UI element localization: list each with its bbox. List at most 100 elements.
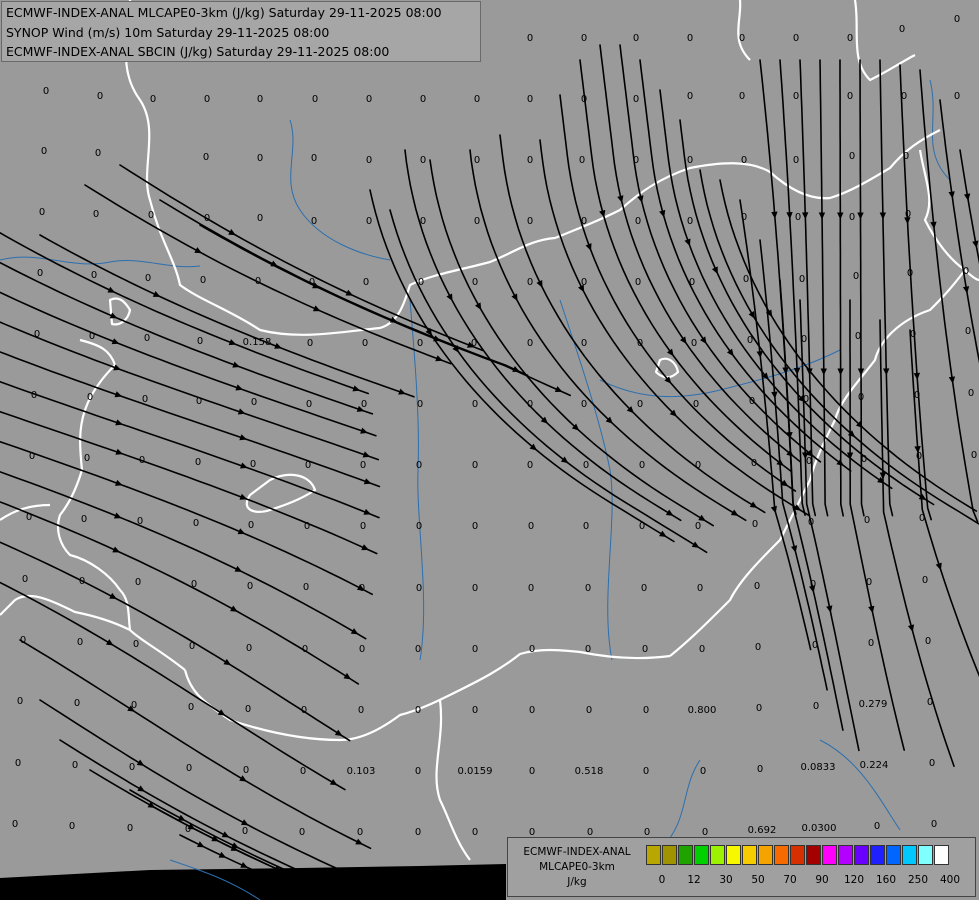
legend-swatch	[838, 845, 853, 865]
cin-value: 0.158	[243, 337, 272, 348]
cin-value: 0	[87, 392, 93, 403]
cin-value: 0	[527, 33, 533, 44]
cin-value: 0	[793, 155, 799, 166]
cin-value: 0	[34, 329, 40, 340]
cin-value: 0.0300	[802, 823, 837, 834]
cin-value: 0	[37, 268, 43, 279]
cin-value: 0	[193, 518, 199, 529]
legend-swatch	[774, 845, 789, 865]
cin-value: 0	[359, 644, 365, 655]
cin-value: 0	[129, 762, 135, 773]
cin-value: 0	[81, 514, 87, 525]
cin-value: 0	[687, 216, 693, 227]
cin-value: 0	[849, 151, 855, 162]
cin-value: 0	[635, 277, 641, 288]
cin-value: 0	[905, 209, 911, 220]
map-title-box: ECMWF-INDEX-ANAL MLCAPE0-3km (J/kg) Satu…	[1, 1, 481, 62]
cin-value: 0	[133, 639, 139, 650]
cin-value: 0	[472, 644, 478, 655]
cin-value: 0	[357, 827, 363, 838]
cin-value: 0	[186, 763, 192, 774]
cin-value: 0	[641, 583, 647, 594]
cin-value: 0	[89, 331, 95, 342]
cin-value: 0	[302, 644, 308, 655]
cin-value: 0	[855, 331, 861, 342]
cin-value: 0	[247, 581, 253, 592]
cin-value: 0	[919, 513, 925, 524]
cin-value: 0	[43, 86, 49, 97]
legend-swatch	[710, 845, 725, 865]
legend-swatch	[790, 845, 805, 865]
cin-value: 0	[812, 640, 818, 651]
cin-value: 0	[633, 33, 639, 44]
cin-value: 0	[242, 826, 248, 837]
cin-value: 0	[366, 155, 372, 166]
cin-value: 0	[810, 579, 816, 590]
legend-tick-label: 0	[658, 874, 666, 886]
cin-value: 0	[203, 152, 209, 163]
cin-value: 0	[899, 24, 905, 35]
cin-value: 0	[635, 216, 641, 227]
legend-swatch	[822, 845, 837, 865]
cin-value: 0	[72, 760, 78, 771]
cin-value: 0	[246, 643, 252, 654]
legend-swatch	[758, 845, 773, 865]
cin-value: 0	[527, 338, 533, 349]
cin-value: 0	[97, 91, 103, 102]
legend-unit: J/kg	[567, 876, 587, 888]
cin-value: 0	[922, 575, 928, 586]
cin-value: 0	[697, 583, 703, 594]
cin-value: 0	[755, 642, 761, 653]
cin-value: 0	[257, 153, 263, 164]
cin-value: 0	[527, 216, 533, 227]
cin-value: 0	[31, 390, 37, 401]
cin-value: 0	[363, 277, 369, 288]
cin-value: 0.279	[859, 699, 888, 710]
cin-value: 0	[474, 155, 480, 166]
cin-value: 0	[204, 213, 210, 224]
legend-tick-label: 400	[939, 874, 961, 886]
cin-value: 0	[793, 33, 799, 44]
cin-value: 0	[903, 151, 909, 162]
cin-value: 0	[529, 705, 535, 716]
cin-value: 0	[417, 338, 423, 349]
cin-value: 0	[741, 155, 747, 166]
cin-value: 0	[366, 216, 372, 227]
legend-swatch	[854, 845, 869, 865]
legend-swatch	[694, 845, 709, 865]
cin-value: 0	[472, 460, 478, 471]
cin-value: 0	[474, 216, 480, 227]
cin-value: 0	[874, 821, 880, 832]
cin-value: 0	[528, 521, 534, 532]
cin-value: 0	[307, 338, 313, 349]
legend-swatch	[934, 845, 949, 865]
cin-value: 0	[693, 399, 699, 410]
cin-value: 0	[864, 515, 870, 526]
cin-value: 0	[204, 94, 210, 105]
cin-value: 0	[95, 148, 101, 159]
cin-value: 0	[41, 146, 47, 157]
cin-value: 0	[527, 277, 533, 288]
legend-model: ECMWF-INDEX-ANAL	[523, 846, 631, 858]
cin-value: 0	[362, 338, 368, 349]
cin-value: 0	[22, 574, 28, 585]
cin-value: 0	[200, 275, 206, 286]
cin-value: 0	[26, 512, 32, 523]
cin-value: 0	[195, 457, 201, 468]
legend-swatch	[806, 845, 821, 865]
cin-value: 0	[749, 396, 755, 407]
cin-value: 0	[799, 274, 805, 285]
cin-value: 0	[299, 827, 305, 838]
title-line-cape: ECMWF-INDEX-ANAL MLCAPE0-3km (J/kg) Satu…	[6, 5, 442, 20]
cin-value: 0	[415, 644, 421, 655]
cin-value: 0	[931, 819, 937, 830]
cin-value: 0	[954, 14, 960, 25]
cin-value: 0	[472, 705, 478, 716]
cin-value: 0	[643, 705, 649, 716]
cin-value: 0	[257, 213, 263, 224]
cin-value: 0	[142, 394, 148, 405]
cin-value: 0	[303, 582, 309, 593]
cin-value: 0.0833	[801, 762, 836, 773]
legend-tick-label: 90	[815, 874, 829, 886]
cin-value: 0	[12, 819, 18, 830]
